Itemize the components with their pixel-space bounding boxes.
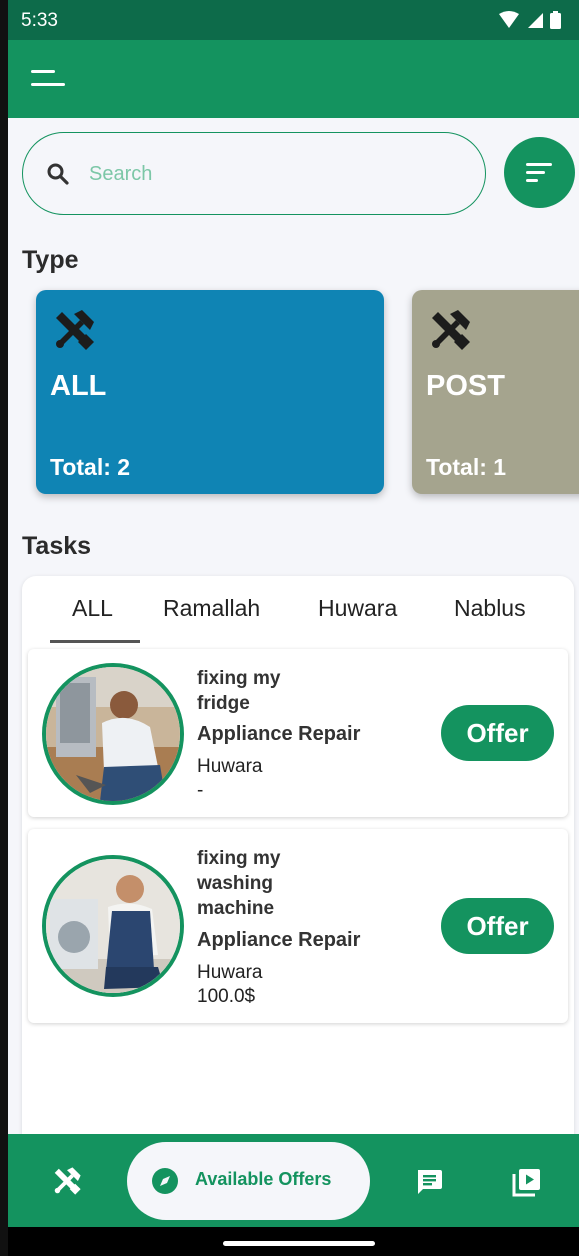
task-image — [42, 855, 184, 997]
filter-icon — [526, 163, 552, 166]
active-tab-indicator — [50, 640, 140, 643]
video-library-icon — [512, 1169, 540, 1197]
wifi-icon — [499, 11, 519, 28]
tools-icon — [432, 310, 470, 350]
type-card-post[interactable]: POST Total: 1 — [412, 290, 579, 494]
status-time: 5:33 — [21, 10, 58, 31]
task-category: Appliance Repair — [197, 929, 361, 951]
task-title: fixing my washing machine — [197, 848, 281, 919]
search-bar — [22, 132, 486, 215]
task-category: Appliance Repair — [197, 723, 361, 745]
tab-all[interactable]: ALL — [72, 595, 113, 622]
status-bar: 5:33 — [8, 0, 579, 40]
app-bar — [8, 40, 579, 118]
system-navigation-bar — [8, 1227, 579, 1256]
task-location: Huwara — [197, 756, 263, 777]
task-price: - — [197, 780, 204, 801]
nav-videos-tab[interactable] — [512, 1167, 542, 1202]
signal-icon — [528, 13, 543, 28]
app-screen: 5:33 Type — [8, 0, 579, 1256]
search-input[interactable] — [89, 157, 449, 191]
task-price: 100.0$ — [197, 986, 256, 1007]
menu-icon[interactable] — [28, 68, 68, 92]
home-gesture-handle[interactable] — [223, 1241, 375, 1246]
tools-icon — [54, 1167, 81, 1195]
status-icons — [498, 11, 561, 29]
battery-icon — [550, 11, 561, 29]
compass-icon — [152, 1168, 178, 1194]
type-card-all[interactable]: ALL Total: 2 — [36, 290, 384, 494]
nav-messages-tab[interactable] — [415, 1168, 443, 1201]
task-location: Huwara — [197, 962, 263, 983]
task-card[interactable]: fixing my fridge Appliance Repair Huwara… — [28, 649, 568, 817]
bottom-navigation: Available Offers — [8, 1134, 579, 1227]
chat-icon — [418, 1170, 442, 1194]
search-icon — [47, 163, 69, 185]
offer-button[interactable]: Offer — [441, 705, 554, 761]
tab-nablus[interactable]: Nablus — [454, 595, 526, 622]
tasks-panel: ALL Ramallah Huwara Nablus fixing my fri… — [22, 576, 574, 1196]
task-card[interactable]: fixing my washing machine Appliance Repa… — [28, 829, 568, 1023]
tools-icon — [56, 310, 94, 350]
task-title: fixing my fridge — [197, 668, 281, 714]
tab-ramallah[interactable]: Ramallah — [163, 595, 260, 622]
type-card-total: Total: 2 — [50, 454, 131, 480]
sort-filter-button[interactable] — [504, 137, 575, 208]
type-card-name: ALL — [50, 370, 107, 402]
tasks-section-title: Tasks — [22, 532, 92, 560]
tab-huwara[interactable]: Huwara — [318, 595, 397, 622]
location-tabs: ALL Ramallah Huwara Nablus — [22, 576, 574, 644]
nav-available-offers-tab[interactable]: Available Offers — [127, 1142, 370, 1220]
type-card-name: POST — [426, 370, 505, 402]
nav-active-label: Available Offers — [195, 1169, 332, 1189]
task-image — [42, 663, 184, 805]
offer-button[interactable]: Offer — [441, 898, 554, 954]
type-section-title: Type — [22, 246, 79, 274]
nav-tasks-tab[interactable] — [52, 1166, 82, 1201]
type-card-total: Total: 1 — [426, 454, 507, 480]
